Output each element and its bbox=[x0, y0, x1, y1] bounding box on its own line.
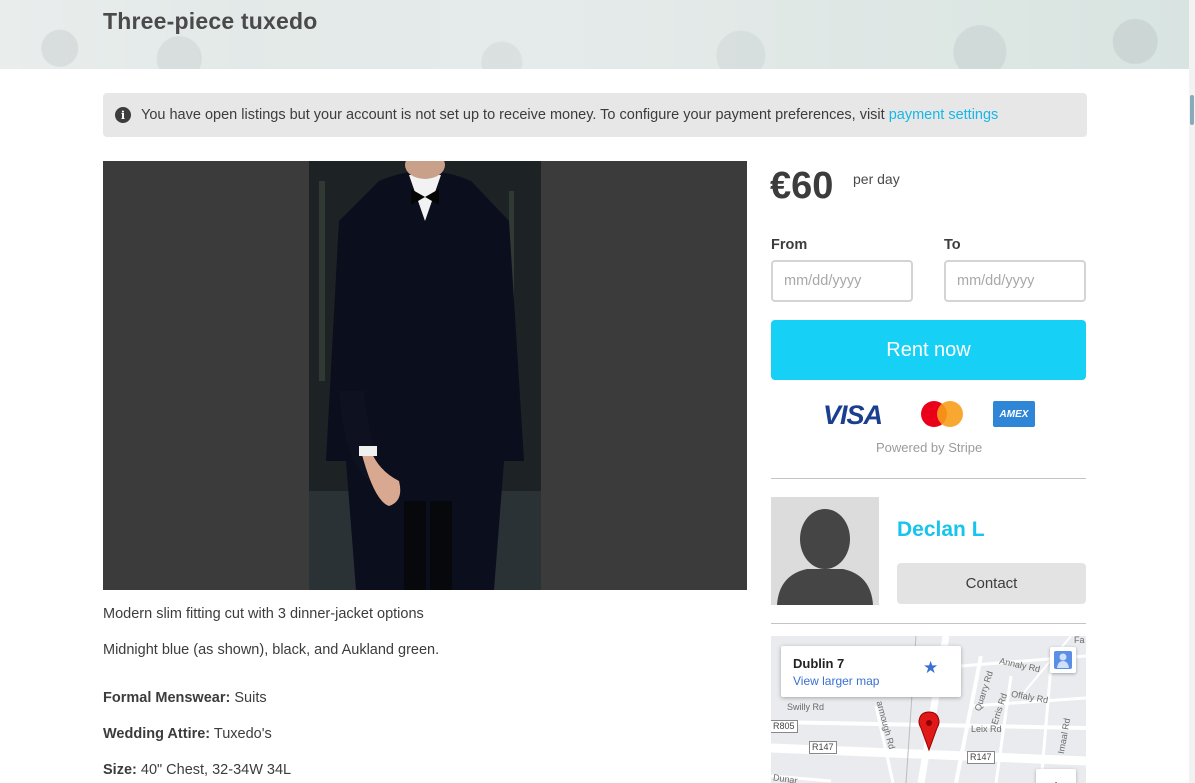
payment-settings-link[interactable]: payment settings bbox=[889, 107, 999, 123]
map-street-label: Fa bbox=[1074, 636, 1085, 645]
road-badge: R147 bbox=[809, 741, 837, 754]
alert-text: You have open listings but your account … bbox=[141, 107, 885, 123]
tuxedo-image bbox=[309, 161, 541, 590]
location-map[interactable]: Annaly Rd Quarry Rd Erris Rd Offaly Rd S… bbox=[771, 636, 1086, 783]
attribute-value: Tuxedo's bbox=[213, 726, 272, 742]
attribute-wedding-attire: Wedding Attire: Tuxedo's bbox=[103, 726, 272, 742]
hero-banner: Three-piece tuxedo bbox=[0, 0, 1195, 69]
attribute-label: Formal Menswear: bbox=[103, 690, 231, 706]
description-line-2: Midnight blue (as shown), black, and Auk… bbox=[103, 642, 440, 658]
view-larger-map-link[interactable]: View larger map bbox=[793, 674, 879, 688]
attribute-label: Wedding Attire: bbox=[103, 726, 211, 742]
payment-methods: VISA AMEX bbox=[823, 398, 1035, 430]
attribute-formal-menswear: Formal Menswear: Suits bbox=[103, 690, 267, 706]
scrollbar-thumb[interactable] bbox=[1190, 95, 1194, 125]
divider bbox=[771, 478, 1086, 479]
attribute-size: Size: 40" Chest, 32-34W 34L bbox=[103, 762, 291, 778]
listing-photo[interactable] bbox=[103, 161, 747, 590]
rent-now-button[interactable]: Rent now bbox=[771, 320, 1086, 380]
info-icon: i bbox=[115, 107, 131, 123]
payment-alert: i You have open listings but your accoun… bbox=[103, 93, 1087, 137]
save-star-icon[interactable]: ★ bbox=[923, 658, 938, 678]
price-unit: per day bbox=[853, 171, 900, 187]
map-street-label: Swilly Rd bbox=[787, 702, 825, 712]
amex-logo: AMEX bbox=[993, 401, 1035, 427]
divider bbox=[771, 623, 1086, 624]
from-label: From bbox=[771, 237, 808, 253]
attribute-value: Suits bbox=[234, 690, 267, 706]
to-label: To bbox=[944, 237, 961, 253]
price: €60 bbox=[770, 165, 834, 207]
street-view-pegman-icon[interactable] bbox=[1050, 647, 1076, 673]
attribute-value: 40" Chest, 32-34W 34L bbox=[140, 762, 292, 778]
map-street-label: Leix Rd bbox=[971, 724, 1002, 734]
map-place-name: Dublin 7 bbox=[793, 656, 845, 671]
attribute-label: Size: bbox=[103, 762, 137, 778]
user-silhouette-icon bbox=[771, 497, 879, 605]
owner-avatar[interactable] bbox=[771, 497, 879, 605]
contact-button[interactable]: Contact bbox=[897, 563, 1086, 604]
visa-logo: VISA bbox=[823, 400, 883, 430]
mastercard-logo bbox=[921, 401, 965, 427]
to-date-input[interactable] bbox=[944, 260, 1086, 302]
owner-name-link[interactable]: Declan L bbox=[897, 518, 985, 542]
zoom-in-button[interactable]: + bbox=[1036, 769, 1076, 783]
from-date-input[interactable] bbox=[771, 260, 913, 302]
road-badge: R147 bbox=[967, 751, 995, 764]
map-info-card: Dublin 7 View larger map ★ bbox=[781, 646, 961, 697]
road-badge: R805 bbox=[771, 720, 798, 733]
page-title: Three-piece tuxedo bbox=[103, 8, 318, 34]
powered-by-stripe: Powered by Stripe bbox=[876, 440, 983, 455]
description-line-1: Modern slim fitting cut with 3 dinner-ja… bbox=[103, 606, 424, 622]
